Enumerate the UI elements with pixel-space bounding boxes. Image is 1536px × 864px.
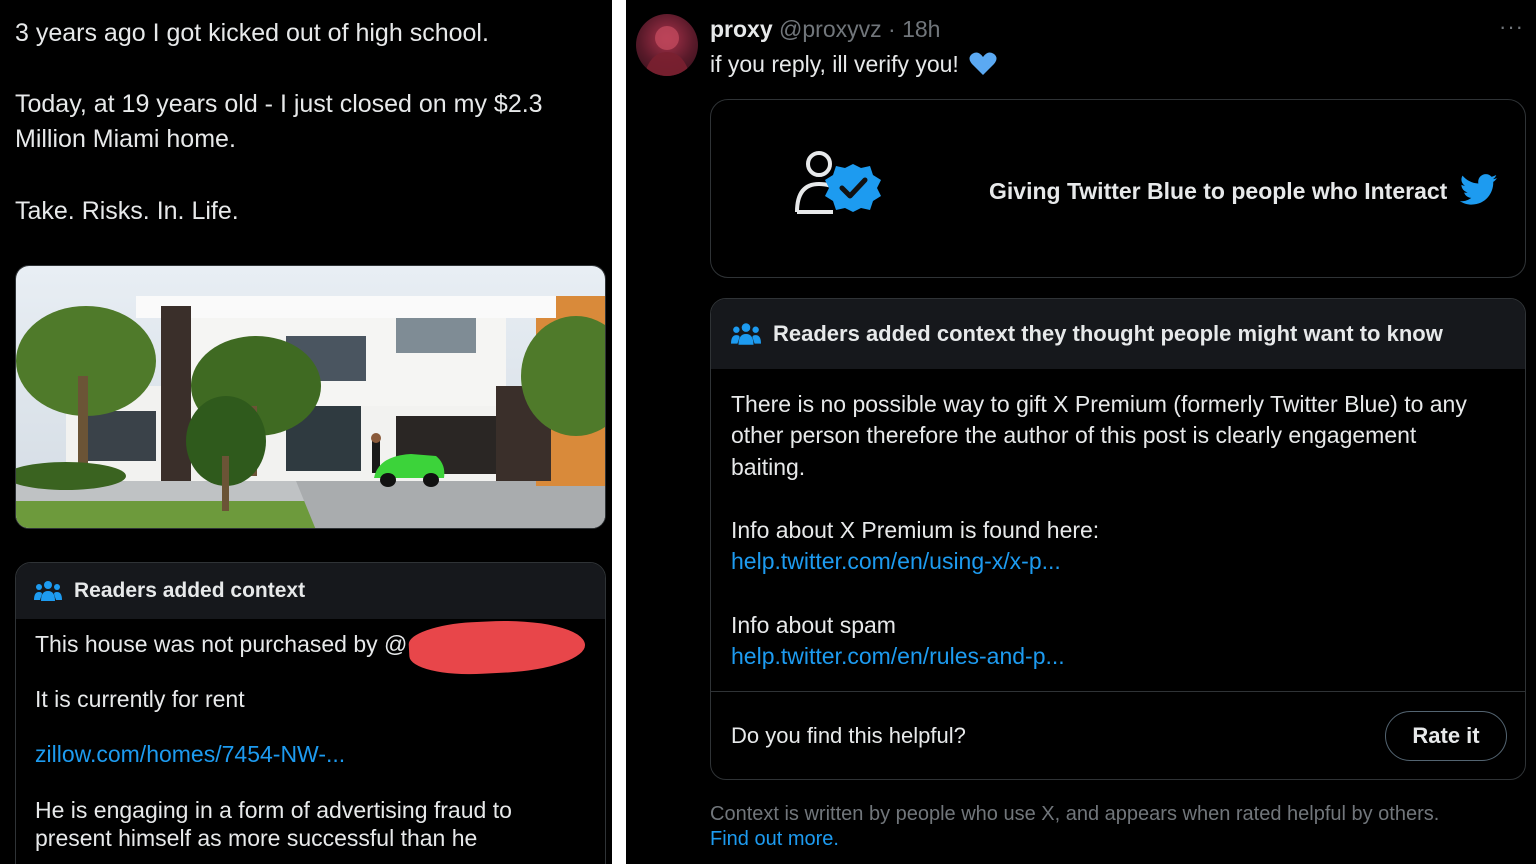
note-line-3b: present himself as more successful than … xyxy=(35,825,478,851)
heart-icon xyxy=(969,52,997,75)
more-icon[interactable]: ··· xyxy=(1499,14,1524,40)
note-line-2: It is currently for rent xyxy=(35,686,245,712)
twitter-bird-icon xyxy=(1459,174,1498,205)
note-para-1b: other person therefore the author of thi… xyxy=(731,422,1417,448)
note-header: Readers added context xyxy=(16,563,605,619)
premium-help-link[interactable]: help.twitter.com/en/using-x/x-p... xyxy=(731,548,1061,575)
avatar[interactable] xyxy=(636,14,698,76)
verified-user-icon xyxy=(795,151,881,214)
zillow-link[interactable]: zillow.com/homes/7454-NW-... xyxy=(35,741,345,768)
rate-it-button[interactable]: Rate it xyxy=(1385,711,1507,761)
spam-help-link[interactable]: help.twitter.com/en/rules-and-p... xyxy=(731,643,1065,670)
community-note-left: Readers added context This house was not… xyxy=(15,562,606,864)
tweet-line-1: 3 years ago I got kicked out of high sch… xyxy=(15,19,489,47)
note-header-text: Readers added context xyxy=(74,579,306,602)
author-handle[interactable]: @proxyvz xyxy=(779,16,882,42)
author-name[interactable]: proxy xyxy=(710,16,773,42)
author-row: proxy @proxyvz · 18h xyxy=(710,14,940,44)
attached-card[interactable]: Giving Twitter Blue to people who Intera… xyxy=(710,99,1526,278)
note-info-premium: Info about X Premium is found here: xyxy=(731,517,1100,543)
house-illustration xyxy=(16,266,605,528)
note-line-3a: He is engaging in a form of advertising … xyxy=(35,797,512,823)
note-divider xyxy=(711,691,1525,692)
note-info-spam: Info about spam xyxy=(731,612,896,638)
avatar-image xyxy=(644,26,690,76)
left-tweet-panel: 3 years ago I got kicked out of high sch… xyxy=(0,0,612,864)
helpful-question: Do you find this helpful? xyxy=(731,723,966,748)
tweet-line-2a: Today, at 19 years old - I just closed o… xyxy=(15,90,543,118)
card-title-text: Giving Twitter Blue to people who Intera… xyxy=(989,178,1448,204)
house-photo[interactable] xyxy=(15,265,606,529)
note-line-1: This house was not purchased by @ xyxy=(35,631,408,657)
red-redaction-scribble xyxy=(407,616,587,678)
tweet-line-2b: Million Miami home. xyxy=(15,125,236,153)
find-out-more-link[interactable]: Find out more. xyxy=(710,827,1510,852)
tweet-line-3: Take. Risks. In. Life. xyxy=(15,197,239,225)
note-para-1c: baiting. xyxy=(731,454,806,480)
card-title: Giving Twitter Blue to people who Intera… xyxy=(989,174,1498,206)
post-time[interactable]: · 18h xyxy=(888,16,940,42)
right-tweet-panel: proxy @proxyvz · 18h ··· if you reply, i… xyxy=(626,0,1536,864)
note-header: Readers added context they thought peopl… xyxy=(711,299,1525,369)
people-icon xyxy=(34,581,62,601)
note-footer: Context is written by people who use X, … xyxy=(710,802,1510,852)
footer-text: Context is written by people who use X, … xyxy=(710,803,1440,825)
people-icon xyxy=(731,323,761,345)
tweet-text: if you reply, ill verify you! xyxy=(710,48,997,80)
note-header-text: Readers added context they thought peopl… xyxy=(773,321,1443,346)
community-note-right: Readers added context they thought peopl… xyxy=(710,298,1526,780)
tweet-text-content: if you reply, ill verify you! xyxy=(710,51,959,77)
note-para-1a: There is no possible way to gift X Premi… xyxy=(731,391,1467,417)
